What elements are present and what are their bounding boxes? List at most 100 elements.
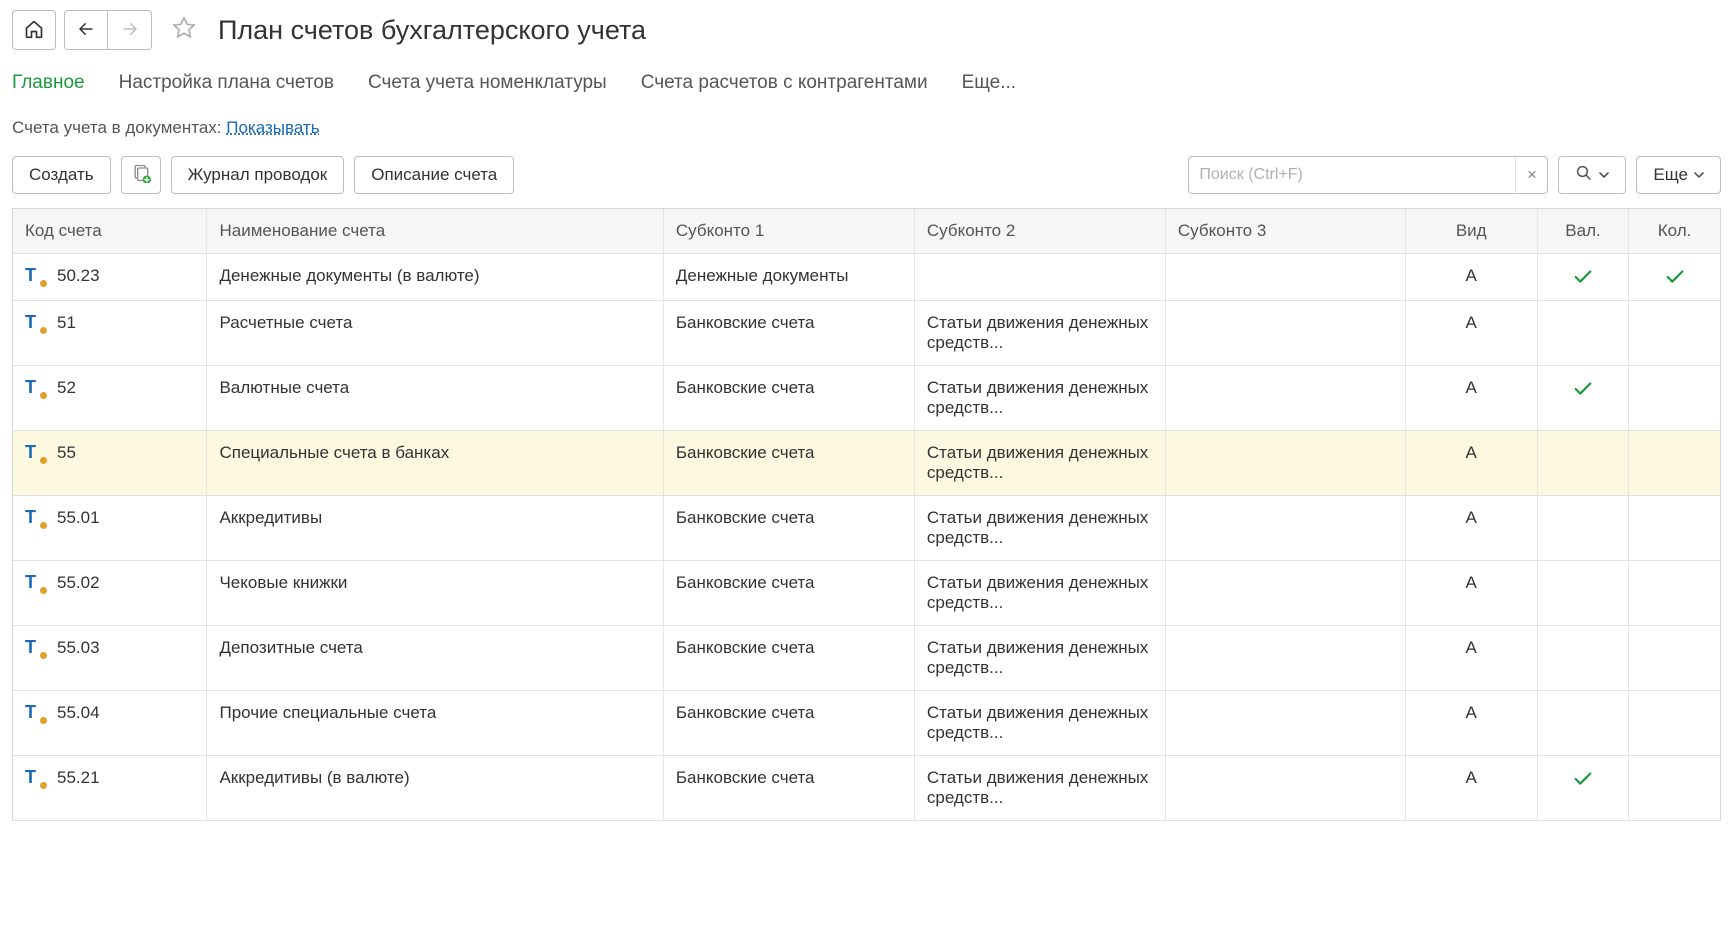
account-type-icon: Т [25,378,45,396]
cell-kind: А [1405,366,1537,431]
favorite-button[interactable] [166,12,202,48]
col-sub3[interactable]: Субконто 3 [1165,209,1405,254]
filter-link-show[interactable]: Показывать [226,118,319,137]
magnifier-icon [1575,164,1593,187]
cell-sub3 [1165,431,1405,496]
cell-sub3 [1165,496,1405,561]
check-icon [1550,768,1616,790]
table-row[interactable]: Т55.21Аккредитивы (в валюте)Банковские с… [13,756,1720,821]
forward-button[interactable] [108,10,152,50]
cell-sub3 [1165,756,1405,821]
cell-name: Валютные счета [207,366,663,431]
cell-qty [1629,756,1720,821]
cell-code: 55.01 [57,508,100,528]
cell-name: Расчетные счета [207,301,663,366]
cell-sub2 [914,254,1165,301]
more-button[interactable]: Еще [1636,156,1721,194]
cell-sub3 [1165,561,1405,626]
col-kind[interactable]: Вид [1405,209,1537,254]
cell-kind: А [1405,756,1537,821]
cell-code: 55.02 [57,573,100,593]
cell-name: Денежные документы (в валюте) [207,254,663,301]
search-clear-button[interactable]: × [1515,157,1547,193]
filter-label: Счета учета в документах: [12,118,226,137]
create-button[interactable]: Создать [12,156,111,194]
cell-qty [1629,561,1720,626]
cell-sub1: Банковские счета [663,691,914,756]
check-icon [1641,266,1708,288]
cell-code: 55.03 [57,638,100,658]
cell-code: 51 [57,313,76,333]
cell-val [1537,366,1628,431]
col-name[interactable]: Наименование счета [207,209,663,254]
cell-code: 50.23 [57,266,100,286]
search-options-button[interactable] [1558,156,1626,194]
check-icon [1550,266,1616,288]
col-sub1[interactable]: Субконто 1 [663,209,914,254]
table-row[interactable]: Т50.23Денежные документы (в валюте)Денеж… [13,254,1720,301]
chevron-down-icon [1694,170,1704,180]
tab-counterparty-accounts[interactable]: Счета расчетов с контрагентами [641,68,928,98]
col-val[interactable]: Вал. [1537,209,1628,254]
col-code[interactable]: Код счета [13,209,207,254]
cell-sub1: Банковские счета [663,431,914,496]
copy-button[interactable] [121,156,161,194]
star-icon [171,15,197,46]
cell-sub2: Статьи движения денежных средств... [914,301,1165,366]
table-row[interactable]: Т55.01АккредитивыБанковские счетаСтатьи … [13,496,1720,561]
back-button[interactable] [64,10,108,50]
account-type-icon: Т [25,703,45,721]
cell-kind: А [1405,301,1537,366]
more-label: Еще [1653,165,1688,185]
cell-sub1: Банковские счета [663,366,914,431]
account-description-button[interactable]: Описание счета [354,156,514,194]
account-type-icon: Т [25,768,45,786]
arrow-left-icon [75,20,97,41]
cell-val [1537,756,1628,821]
cell-sub1: Банковские счета [663,626,914,691]
tab-more[interactable]: Еще... [962,68,1017,98]
cell-sub3 [1165,626,1405,691]
cell-kind: А [1405,254,1537,301]
cell-sub2: Статьи движения денежных средств... [914,496,1165,561]
account-type-icon: Т [25,508,45,526]
account-type-icon: Т [25,638,45,656]
cell-qty [1629,366,1720,431]
cell-code: 52 [57,378,76,398]
tab-plan-settings[interactable]: Настройка плана счетов [119,68,334,98]
search-input[interactable] [1189,166,1515,184]
tabs: Главное Настройка плана счетов Счета уче… [12,68,1721,98]
col-sub2[interactable]: Субконто 2 [914,209,1165,254]
close-icon: × [1527,165,1537,185]
table-row[interactable]: Т55.02Чековые книжкиБанковские счетаСтат… [13,561,1720,626]
cell-code: 55.04 [57,703,100,723]
cell-kind: А [1405,496,1537,561]
table-row[interactable]: Т55Специальные счета в банкахБанковские … [13,431,1720,496]
home-button[interactable] [12,10,56,50]
cell-sub2: Статьи движения денежных средств... [914,366,1165,431]
table-row[interactable]: Т51Расчетные счетаБанковские счетаСтатьи… [13,301,1720,366]
cell-name: Прочие специальные счета [207,691,663,756]
arrow-right-icon [119,20,141,41]
cell-val [1537,254,1628,301]
cell-sub1: Банковские счета [663,561,914,626]
cell-qty [1629,431,1720,496]
search-box: × [1188,156,1548,194]
account-type-icon: Т [25,573,45,591]
cell-sub3 [1165,366,1405,431]
cell-val [1537,561,1628,626]
cell-name: Специальные счета в банках [207,431,663,496]
journal-button[interactable]: Журнал проводок [171,156,345,194]
col-qty[interactable]: Кол. [1629,209,1720,254]
tab-nomenclature-accounts[interactable]: Счета учета номенклатуры [368,68,607,98]
table-row[interactable]: Т55.03Депозитные счетаБанковские счетаСт… [13,626,1720,691]
cell-sub1: Банковские счета [663,496,914,561]
cell-qty [1629,626,1720,691]
tab-main[interactable]: Главное [12,68,85,98]
page-title: План счетов бухгалтерского учета [218,15,646,46]
cell-sub3 [1165,301,1405,366]
table-row[interactable]: Т 52 Валютные счетаБанковские счетаСтатьи … [13,366,1720,431]
account-type-icon: Т [25,266,45,284]
cell-sub2: Статьи движения денежных средств... [914,431,1165,496]
table-row[interactable]: Т 55.04 Прочие специальные счетаБанковские… [13,691,1720,756]
